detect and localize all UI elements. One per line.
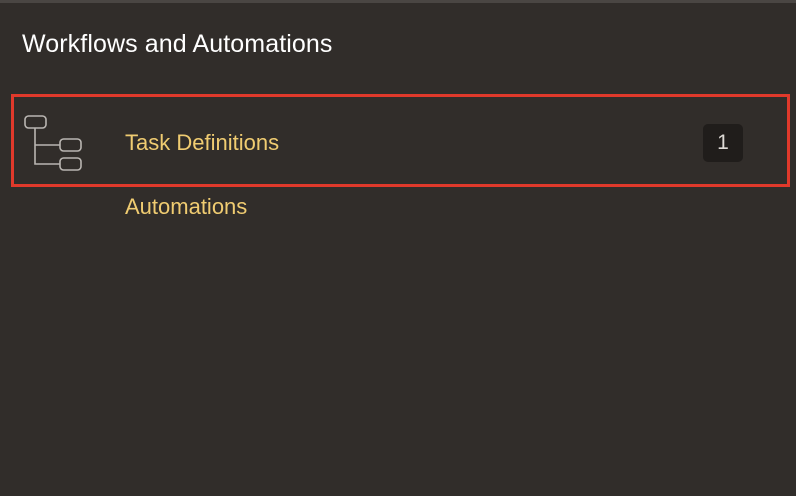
panel-title: Workflows and Automations [22,30,333,58]
task-definitions-link[interactable]: Task Definitions [125,130,279,156]
workflows-panel: Workflows and Automations Task Definitio… [0,0,796,496]
task-definitions-count-badge: 1 [703,124,743,162]
hierarchy-tree-icon [24,115,82,171]
automations-link[interactable]: Automations [125,194,247,220]
